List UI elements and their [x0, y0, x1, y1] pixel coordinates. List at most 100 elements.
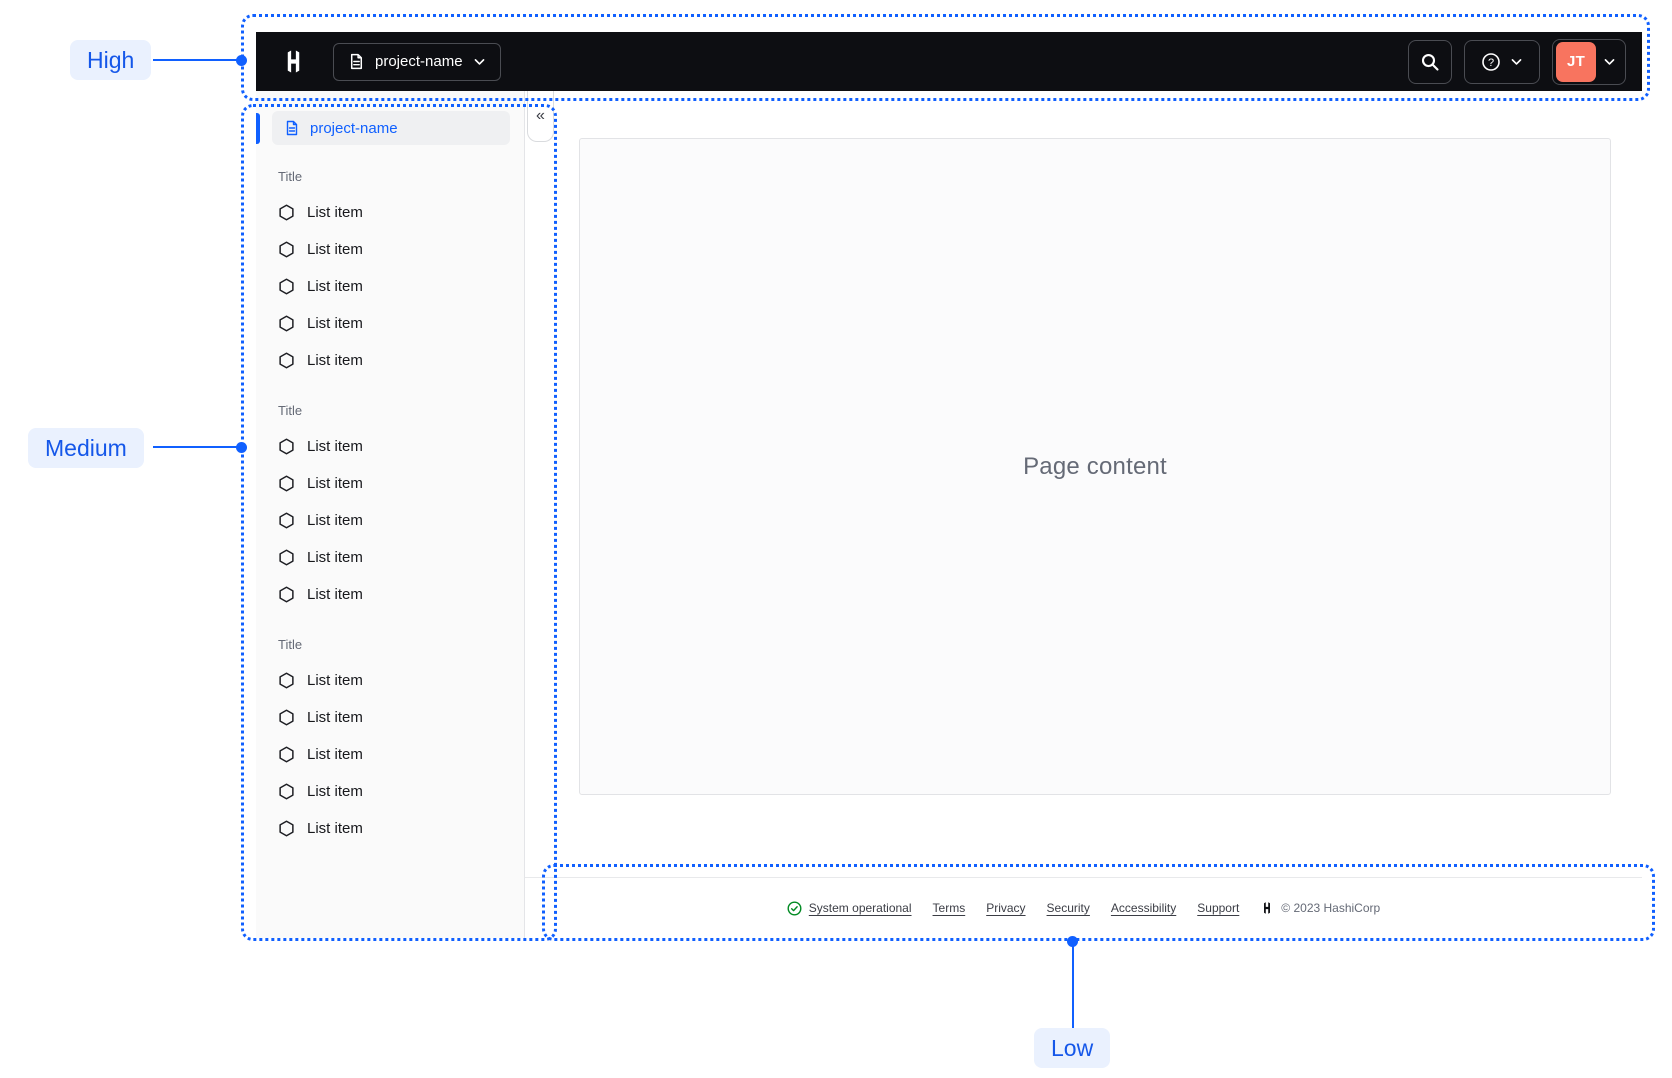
navbar-right-group: ? JT — [1408, 38, 1626, 85]
status-check-icon — [787, 901, 802, 916]
footer-copyright: © 2023 HashiCorp — [1260, 901, 1380, 915]
top-navbar: project-name ? JT — [256, 32, 1642, 91]
svg-text:?: ? — [1488, 57, 1494, 69]
sidebar-list-item[interactable]: List item — [278, 539, 524, 576]
sidebar-list-item[interactable]: List item — [278, 231, 524, 268]
document-icon — [284, 120, 300, 136]
sidebar-list-item-label: List item — [307, 549, 363, 566]
user-avatar: JT — [1556, 41, 1596, 82]
hexagon-icon — [278, 278, 295, 295]
sidebar-list-item-label: List item — [307, 512, 363, 529]
sidebar-section: Title List item List item List item List… — [278, 159, 524, 379]
hashicorp-logo-icon — [1260, 901, 1274, 915]
sidebar-list-item-label: List item — [307, 709, 363, 726]
sidebar: project-name Title List item List item L… — [256, 91, 525, 938]
hexagon-icon — [278, 475, 295, 492]
sidebar-list-item-label: List item — [307, 783, 363, 800]
hexagon-icon — [278, 241, 295, 258]
sidebar-section: Title List item List item List item List… — [278, 627, 524, 847]
sidebar-list-item[interactable]: List item — [278, 428, 524, 465]
hexagon-icon — [278, 204, 295, 221]
document-icon — [348, 53, 365, 70]
annotation-connector-medium — [153, 446, 241, 448]
sidebar-list-item-label: List item — [307, 241, 363, 258]
hexagon-icon — [278, 746, 295, 763]
search-button[interactable] — [1408, 39, 1452, 84]
chevron-double-left-icon: « — [536, 107, 545, 124]
annotation-connector-low — [1072, 941, 1074, 1028]
sidebar-list-item[interactable]: List item — [278, 465, 524, 502]
chevron-down-icon — [1510, 55, 1523, 68]
hexagon-icon — [278, 586, 295, 603]
sidebar-nav: Title List item List item List item List… — [256, 145, 524, 847]
chevron-down-icon — [1603, 55, 1616, 68]
sidebar-list-item-label: List item — [307, 315, 363, 332]
app-footer: System operational Terms Privacy Securit… — [525, 877, 1642, 938]
sidebar-list-item-label: List item — [307, 820, 363, 837]
search-icon — [1420, 52, 1440, 72]
footer-link[interactable]: Accessibility — [1111, 901, 1176, 915]
chevron-down-icon — [473, 55, 486, 68]
sidebar-list-item[interactable]: List item — [278, 773, 524, 810]
footer-link[interactable]: Terms — [933, 901, 966, 915]
footer-link[interactable]: Support — [1197, 901, 1239, 915]
annotation-dot-high — [236, 55, 247, 66]
sidebar-list-item[interactable]: List item — [278, 810, 524, 847]
screenshot-canvas: project-name ? JT project-name Title Lis… — [0, 0, 1672, 1078]
copyright-text: © 2023 HashiCorp — [1281, 901, 1381, 915]
hexagon-icon — [278, 549, 295, 566]
sidebar-list-item-label: List item — [307, 352, 363, 369]
page-content-placeholder: Page content — [579, 138, 1611, 795]
sidebar-list-item[interactable]: List item — [278, 305, 524, 342]
sidebar-active-item-label: project-name — [310, 119, 398, 137]
hexagon-icon — [278, 512, 295, 529]
help-menu-button[interactable]: ? — [1464, 39, 1540, 84]
annotation-dot-low — [1067, 936, 1078, 947]
sidebar-list-item[interactable]: List item — [278, 662, 524, 699]
hashicorp-logo-icon — [280, 48, 307, 75]
active-item-indicator — [256, 113, 260, 144]
project-switcher-label: project-name — [375, 53, 463, 70]
hexagon-icon — [278, 315, 295, 332]
hexagon-icon — [278, 352, 295, 369]
sidebar-list-item-label: List item — [307, 746, 363, 763]
annotation-label-low: Low — [1034, 1028, 1111, 1069]
user-menu-button[interactable]: JT — [1552, 38, 1626, 85]
sidebar-list-item-label: List item — [307, 278, 363, 295]
sidebar-list-item[interactable]: List item — [278, 576, 524, 613]
sidebar-list-item[interactable]: List item — [278, 736, 524, 773]
annotation-label-medium: Medium — [28, 428, 144, 469]
footer-link[interactable]: Security — [1047, 901, 1090, 915]
footer-link[interactable]: Privacy — [986, 901, 1025, 915]
project-switcher-button[interactable]: project-name — [333, 42, 501, 81]
help-circle-icon: ? — [1481, 52, 1501, 72]
footer-content: System operational Terms Privacy Securit… — [787, 901, 1380, 916]
sidebar-section-title: Title — [278, 637, 303, 652]
hexagon-icon — [278, 783, 295, 800]
hexagon-icon — [278, 438, 295, 455]
hexagon-icon — [278, 672, 295, 689]
sidebar-list-item[interactable]: List item — [278, 268, 524, 305]
page-content-label: Page content — [1023, 452, 1167, 480]
sidebar-list-item-label: List item — [307, 586, 363, 603]
system-status-link[interactable]: System operational — [787, 901, 912, 916]
sidebar-section-title: Title — [278, 403, 303, 418]
sidebar-item-project-name[interactable]: project-name — [272, 111, 510, 145]
sidebar-list-item[interactable]: List item — [278, 342, 524, 379]
sidebar-list-item-label: List item — [307, 475, 363, 492]
sidebar-list-item[interactable]: List item — [278, 502, 524, 539]
sidebar-list-item[interactable]: List item — [278, 194, 524, 231]
sidebar-list-item-label: List item — [307, 204, 363, 221]
hexagon-icon — [278, 820, 295, 837]
annotation-dot-medium — [236, 442, 247, 453]
sidebar-list-item-label: List item — [307, 672, 363, 689]
navbar-left-group: project-name — [280, 42, 501, 81]
sidebar-section-title: Title — [278, 169, 303, 184]
annotation-connector-high — [153, 59, 241, 61]
system-status-label: System operational — [808, 901, 912, 915]
sidebar-collapse-button[interactable]: « — [527, 91, 554, 142]
annotation-label-high: High — [70, 40, 152, 81]
sidebar-list-item[interactable]: List item — [278, 699, 524, 736]
hexagon-icon — [278, 709, 295, 726]
sidebar-section: Title List item List item List item List… — [278, 393, 524, 613]
